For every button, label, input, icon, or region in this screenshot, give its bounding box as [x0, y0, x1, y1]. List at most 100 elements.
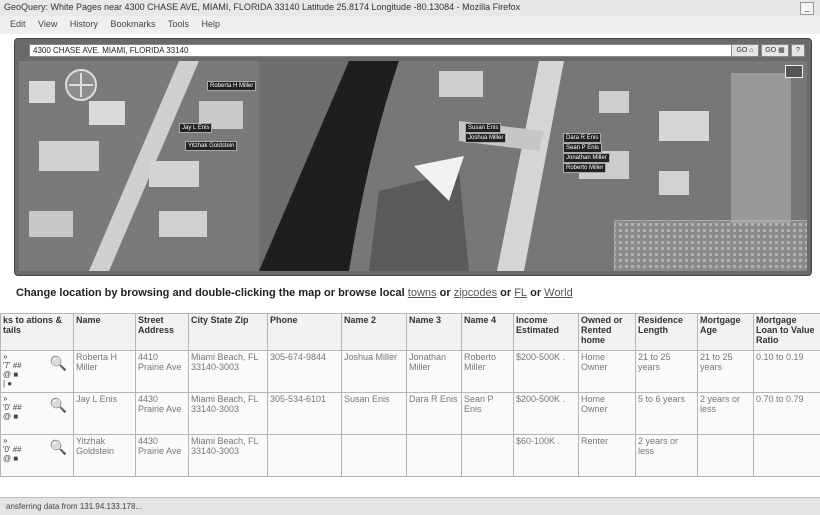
- cell-ltv: 0.10 to 0.19: [754, 351, 820, 393]
- status-text: ansferring data from 131.94.133.178...: [6, 502, 142, 511]
- address-input[interactable]: 4300 CHASE AVE. MIAMI, FLORIDA 33140: [29, 44, 736, 57]
- cell-owned: Renter: [579, 435, 636, 477]
- cell-residence: 5 to 6 years: [636, 393, 698, 435]
- table-row: » '0' ## @ ■ 🔍 Jay L Enis 4430 Prairie A…: [1, 393, 820, 435]
- results-table: ks to ations & tails Name Street Address…: [0, 313, 820, 477]
- column-header[interactable]: City State Zip: [189, 314, 268, 351]
- cell-name3: Jonathan Miller: [407, 351, 462, 393]
- go-button-label: GO: [736, 47, 747, 54]
- cell-name3: Dara R Enis: [407, 393, 462, 435]
- column-header[interactable]: Mortgage Age: [698, 314, 754, 351]
- column-header[interactable]: Name 3: [407, 314, 462, 351]
- cell-income: $60-100K .: [514, 435, 579, 477]
- table-row: » '0' ## @ ■ 🔍 Yitzhak Goldstein 4430 Pr…: [1, 435, 820, 477]
- map-toggle-button[interactable]: [785, 65, 803, 78]
- menu-bar: Edit View History Bookmarks Tools Help: [0, 16, 820, 34]
- go-grid-button[interactable]: GO ▦: [761, 44, 789, 57]
- towns-link[interactable]: towns: [408, 287, 437, 299]
- magnifier-icon[interactable]: 🔍: [50, 439, 67, 456]
- column-header[interactable]: Phone: [268, 314, 342, 351]
- cell-owned: Home Owner: [579, 351, 636, 393]
- cell-income: $200-500K .: [514, 351, 579, 393]
- map-label[interactable]: Yitzhak Goldstein: [185, 141, 237, 151]
- menu-tools[interactable]: Tools: [168, 19, 189, 29]
- cell-ltv: 0.70 to 0.79: [754, 393, 820, 435]
- column-header[interactable]: Street Address: [136, 314, 189, 351]
- or-text: or: [440, 287, 451, 299]
- cell-residence: 21 to 25 years: [636, 351, 698, 393]
- map-label[interactable]: Susan Enis: [465, 123, 501, 133]
- map-compass-control[interactable]: [65, 69, 97, 101]
- cart-icon: ⌂: [749, 47, 753, 54]
- cell-name2: [342, 435, 407, 477]
- aerial-map-image: [19, 61, 807, 271]
- map-label[interactable]: Jonathan Miller: [563, 153, 610, 163]
- aerial-map[interactable]: Roberta H Miller Jay L Enis Yitzhak Gold…: [19, 61, 807, 271]
- menu-bookmarks[interactable]: Bookmarks: [110, 19, 155, 29]
- map-label[interactable]: Roberta H Miller: [207, 81, 256, 91]
- cell-mortgage-age: 2 years or less: [698, 393, 754, 435]
- cell-name4: Roberto Miller: [462, 351, 514, 393]
- map-label[interactable]: Roberto Miller: [563, 163, 606, 173]
- cell-city: Miami Beach, FL 33140-3003: [189, 393, 268, 435]
- cell-phone: 305-534-6101: [268, 393, 342, 435]
- minimize-button[interactable]: _: [800, 2, 814, 15]
- map-label[interactable]: Sean P Enis: [563, 143, 602, 153]
- window-titlebar: GeoQuery: White Pages near 4300 CHASE AV…: [0, 0, 820, 17]
- info-icon[interactable]: | ●: [3, 379, 71, 388]
- cell-ltv: [754, 435, 820, 477]
- address-search-bar: 4300 CHASE AVE. MIAMI, FLORIDA 33140 GO …: [19, 43, 807, 57]
- fl-link[interactable]: FL: [514, 287, 527, 299]
- instructions-text: Change location by browsing and double-c…: [16, 287, 405, 299]
- cell-city: Miami Beach, FL 33140-3003: [189, 351, 268, 393]
- cell-street: 4430 Prairie Ave: [136, 435, 189, 477]
- cell-residence: 2 years or less: [636, 435, 698, 477]
- column-header[interactable]: Name: [74, 314, 136, 351]
- column-header: ks to ations & tails: [1, 314, 74, 351]
- browse-instructions: Change location by browsing and double-c…: [16, 287, 573, 299]
- or-text: or: [500, 287, 511, 299]
- menu-edit[interactable]: Edit: [10, 19, 26, 29]
- zipcodes-link[interactable]: zipcodes: [454, 287, 497, 299]
- column-header[interactable]: Name 2: [342, 314, 407, 351]
- column-header[interactable]: Owned or Rented home: [579, 314, 636, 351]
- cell-mortgage-age: 21 to 25 years: [698, 351, 754, 393]
- column-header[interactable]: Name 4: [462, 314, 514, 351]
- go-button[interactable]: GO ⌂: [731, 44, 759, 57]
- column-header[interactable]: Mortgage Loan to Value Ratio: [754, 314, 820, 351]
- cell-street: 4430 Prairie Ave: [136, 393, 189, 435]
- cell-name3: [407, 435, 462, 477]
- cell-name2: Susan Enis: [342, 393, 407, 435]
- cell-city: Miami Beach, FL 33140-3003: [189, 435, 268, 477]
- status-bar: ansferring data from 131.94.133.178...: [0, 497, 820, 515]
- cell-phone: [268, 435, 342, 477]
- window-title: GeoQuery: White Pages near 4300 CHASE AV…: [4, 2, 520, 12]
- magnifier-icon[interactable]: 🔍: [50, 397, 67, 414]
- cell-phone: 305-674-9844: [268, 351, 342, 393]
- menu-view[interactable]: View: [38, 19, 57, 29]
- grid-icon: ▦: [778, 47, 785, 54]
- cell-name: Yitzhak Goldstein: [74, 435, 136, 477]
- go-grid-button-label: GO: [765, 47, 776, 54]
- map-label[interactable]: Dara R Enis: [563, 133, 601, 143]
- menu-history[interactable]: History: [70, 19, 98, 29]
- cell-mortgage-age: [698, 435, 754, 477]
- map-label[interactable]: Jay L Enis: [179, 123, 212, 133]
- world-link[interactable]: World: [544, 287, 573, 299]
- menu-help[interactable]: Help: [202, 19, 221, 29]
- magnifier-icon[interactable]: 🔍: [50, 355, 67, 372]
- cell-name4: Sean P Enis: [462, 393, 514, 435]
- column-header[interactable]: Income Estimated: [514, 314, 579, 351]
- map-frame: 4300 CHASE AVE. MIAMI, FLORIDA 33140 GO …: [14, 38, 812, 276]
- map-label[interactable]: Joshua Miller: [465, 133, 506, 143]
- help-button[interactable]: ?: [791, 44, 805, 57]
- cell-name2: Joshua Miller: [342, 351, 407, 393]
- cell-owned: Home Owner: [579, 393, 636, 435]
- cell-name4: [462, 435, 514, 477]
- cell-name: Roberta H Miller: [74, 351, 136, 393]
- column-header[interactable]: Residence Length: [636, 314, 698, 351]
- cell-name: Jay L Enis: [74, 393, 136, 435]
- cell-street: 4410 Prairie Ave: [136, 351, 189, 393]
- row-actions-cell: » '0' ## @ ■ 🔍: [1, 393, 74, 435]
- row-actions-cell: » '7' ## @ ■ | ● 🔍: [1, 351, 74, 393]
